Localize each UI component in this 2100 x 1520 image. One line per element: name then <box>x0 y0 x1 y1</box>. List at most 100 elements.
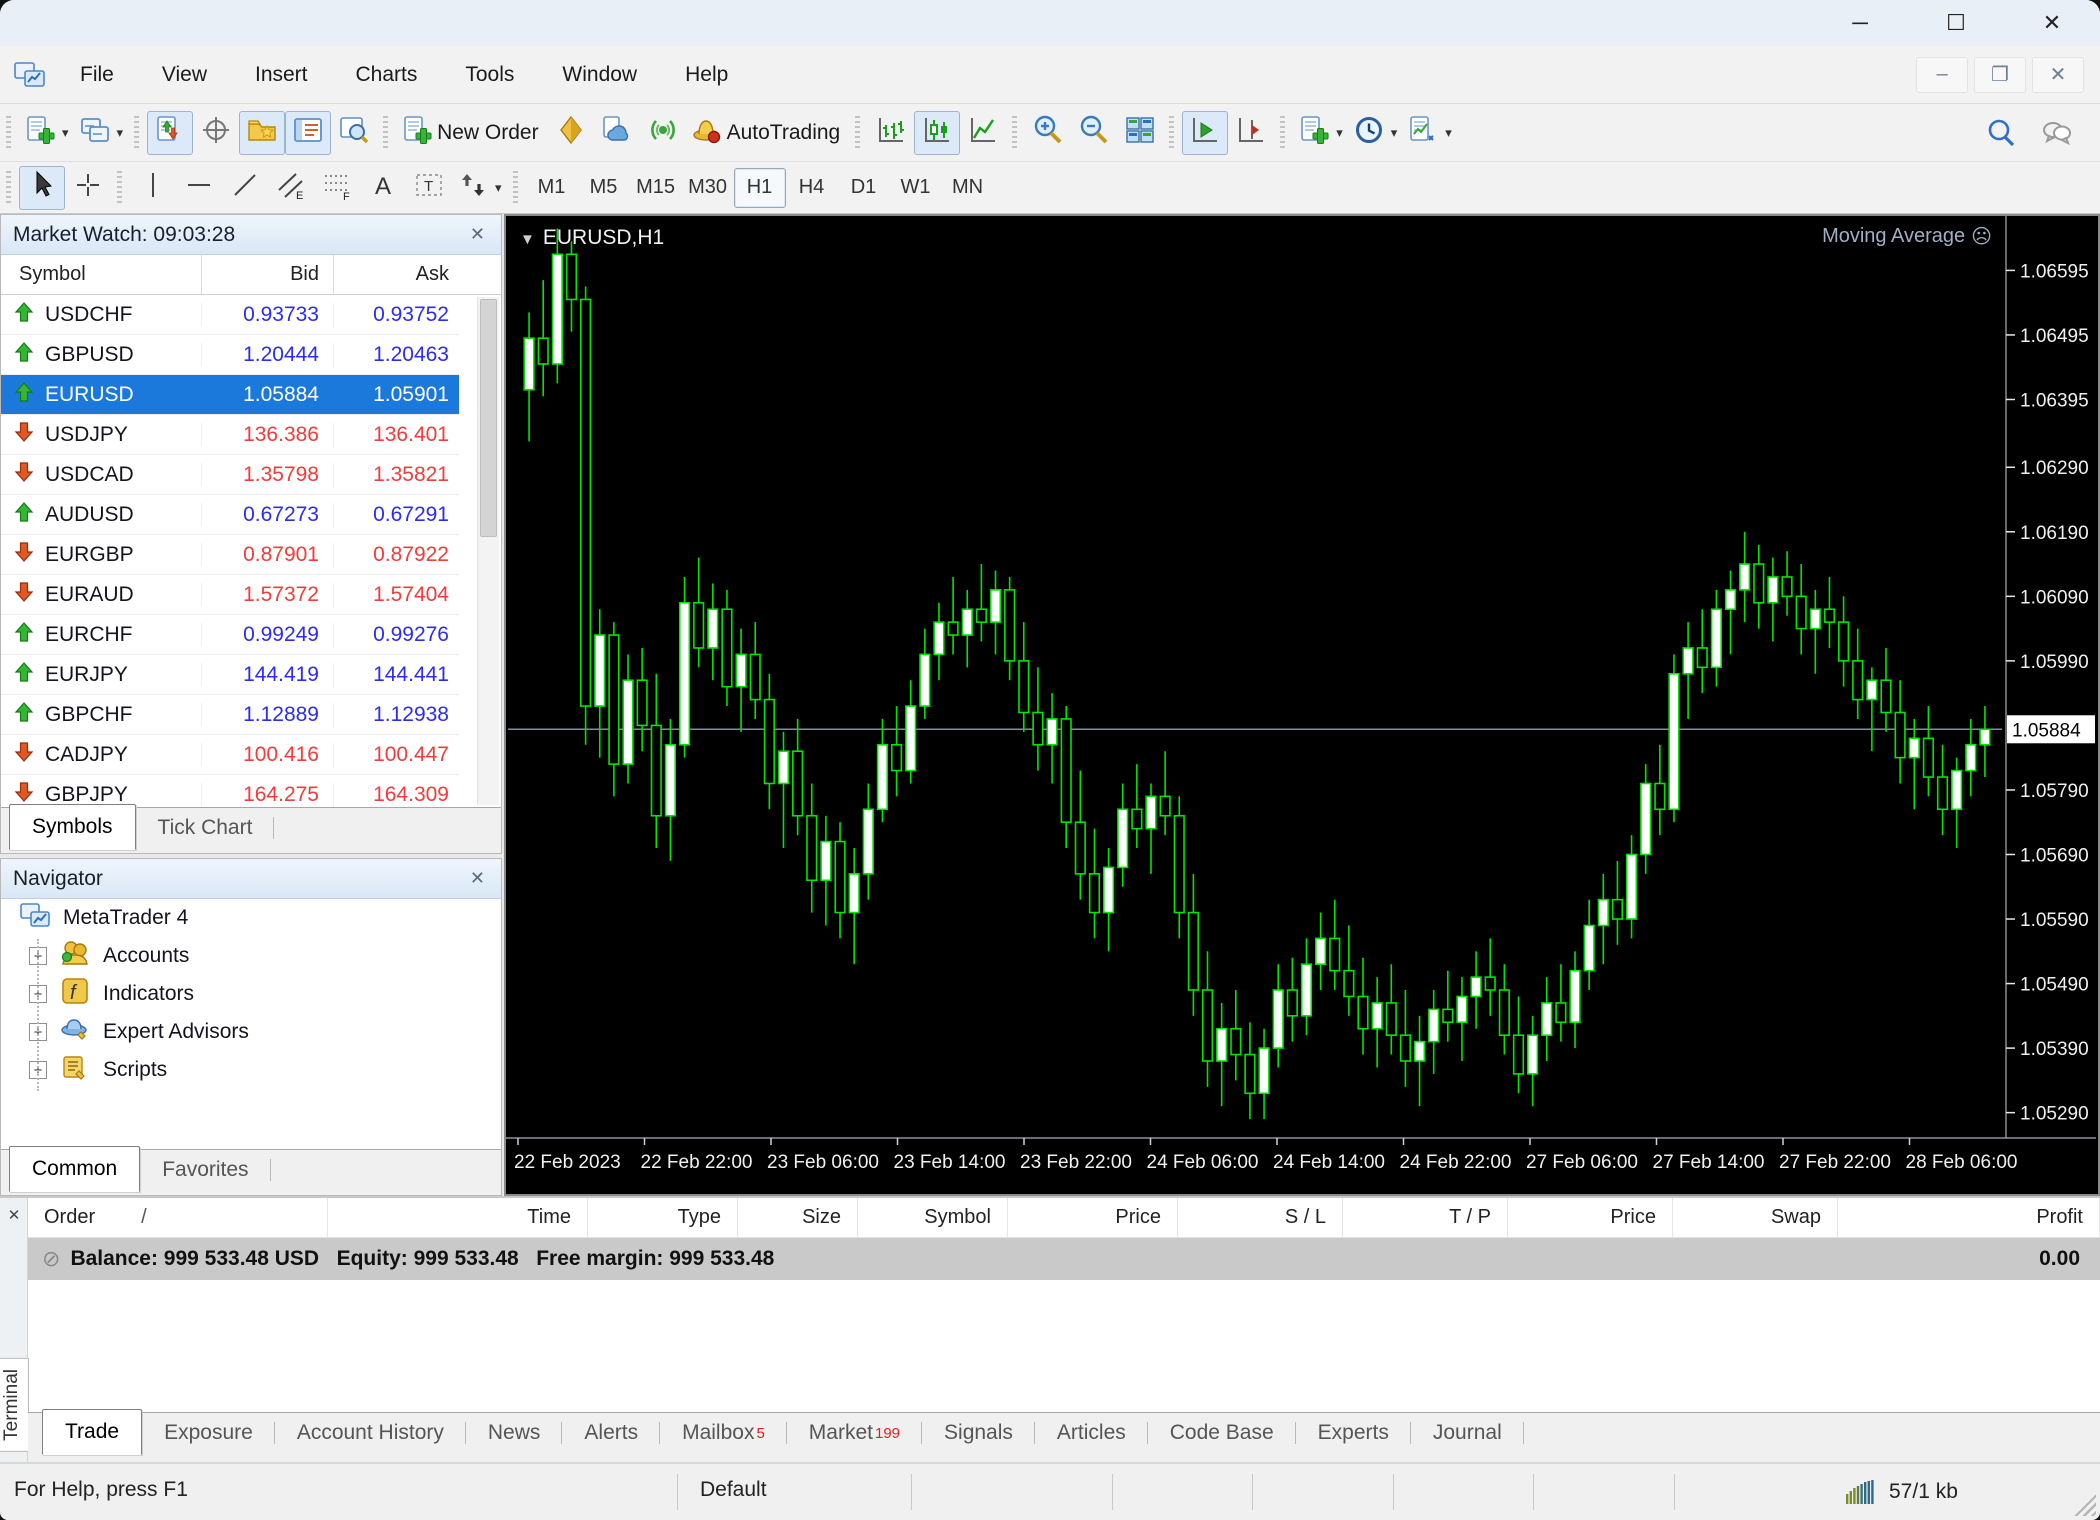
strategy-tester-button[interactable] <box>331 111 377 155</box>
market-watch-row[interactable]: EURGBP0.879010.87922 <box>1 535 459 575</box>
templates-button[interactable]: ▾ <box>1402 111 1457 155</box>
indicators-list-button[interactable]: ▾ <box>1293 111 1348 155</box>
chart-window[interactable]: 1.065951.064951.063951.062901.061901.060… <box>504 214 2100 1196</box>
terminal-window-button[interactable] <box>285 111 331 155</box>
mdi-restore-button[interactable]: ❐ <box>1974 57 2026 93</box>
window-close-button[interactable]: ✕ <box>2004 0 2100 46</box>
timeframe-m1-button[interactable]: M1 <box>526 168 578 208</box>
terminal-column-price[interactable]: Price <box>1508 1198 1673 1237</box>
mdi-minimize-button[interactable]: ‒ <box>1916 57 1968 93</box>
market-watch-row[interactable]: EURCHF0.992490.99276 <box>1 615 459 655</box>
resize-grip[interactable] <box>2070 1490 2096 1516</box>
menu-window[interactable]: Window <box>538 63 661 87</box>
chart-symbol-label[interactable]: ▼EURUSD,H1 <box>520 226 664 250</box>
profiles-button[interactable]: ▾ <box>74 111 129 155</box>
channel-button[interactable]: E <box>268 166 314 210</box>
terminal-tab-exposure[interactable]: Exposure <box>142 1413 275 1453</box>
market-watch-row[interactable]: AUDUSD0.672730.67291 <box>1 495 459 535</box>
terminal-tab-account-history[interactable]: Account History <box>275 1413 466 1453</box>
chat-button[interactable] <box>2034 111 2080 155</box>
terminal-tab-articles[interactable]: Articles <box>1035 1413 1148 1453</box>
tree-item-metatrader4[interactable]: MetaTrader 4 <box>1 899 501 937</box>
market-watch-row[interactable]: GBPJPY164.275164.309 <box>1 775 459 807</box>
tree-item-indicators[interactable]: +fIndicators <box>1 975 501 1013</box>
navigator-tab-favorites[interactable]: Favorites <box>140 1150 270 1190</box>
autotrading-button[interactable]: AutoTrading <box>686 111 850 155</box>
market-watch-button[interactable] <box>147 111 193 155</box>
new-chart-button[interactable]: ▾ <box>19 111 74 155</box>
column-header-bid[interactable]: Bid <box>201 255 333 294</box>
terminal-tab-code-base[interactable]: Code Base <box>1148 1413 1296 1453</box>
bar-chart-button[interactable] <box>868 111 914 155</box>
terminal-column-size[interactable]: Size <box>738 1198 858 1237</box>
menu-tools[interactable]: Tools <box>441 63 538 87</box>
terminal-vertical-tab[interactable]: Terminal <box>0 1358 29 1452</box>
balance-row[interactable]: ⊘ Balance: 999 533.48 USD Equity: 999 53… <box>28 1238 2100 1280</box>
cursor-button[interactable] <box>19 166 65 210</box>
market-watch-row[interactable]: EURAUD1.573721.57404 <box>1 575 459 615</box>
timeframe-m30-button[interactable]: M30 <box>682 168 734 208</box>
timeframe-m5-button[interactable]: M5 <box>578 168 630 208</box>
terminal-tab-signals[interactable]: Signals <box>922 1413 1035 1453</box>
status-profile[interactable]: Default <box>700 1478 767 1502</box>
timeframe-h1-button[interactable]: H1 <box>734 168 786 208</box>
terminal-column-sl[interactable]: S / L <box>1178 1198 1343 1237</box>
window-minimize-button[interactable]: ─ <box>1812 0 1908 46</box>
market-watch-row[interactable]: GBPUSD1.204441.20463 <box>1 335 459 375</box>
market-watch-row[interactable]: USDCAD1.357981.35821 <box>1 455 459 495</box>
text-button[interactable]: A <box>360 166 406 210</box>
auto-scroll-button[interactable] <box>1182 111 1228 155</box>
menu-file[interactable]: File <box>56 63 138 87</box>
terminal-column-price[interactable]: Price <box>1008 1198 1178 1237</box>
market-watch-tab-symbols[interactable]: Symbols <box>9 804 136 850</box>
terminal-tab-market[interactable]: Market199 <box>787 1413 922 1453</box>
terminal-column-type[interactable]: Type <box>588 1198 738 1237</box>
crosshair-button[interactable] <box>65 166 111 210</box>
periods-button[interactable]: ▾ <box>1348 111 1403 155</box>
data-window-button[interactable] <box>193 111 239 155</box>
market-watch-tab-tick-chart[interactable]: Tick Chart <box>136 808 275 848</box>
new-order-button[interactable]: New Order <box>396 111 548 155</box>
market-watch-row[interactable]: USDJPY136.386136.401 <box>1 415 459 455</box>
line-chart-button[interactable] <box>960 111 1006 155</box>
market-watch-row[interactable]: EURUSD1.058841.05901 <box>1 375 459 415</box>
search-button[interactable] <box>1978 111 2024 155</box>
market-watch-row[interactable]: EURJPY144.419144.441 <box>1 655 459 695</box>
timeframe-d1-button[interactable]: D1 <box>838 168 890 208</box>
terminal-column-tp[interactable]: T / P <box>1343 1198 1508 1237</box>
mql5-cloud-button[interactable] <box>594 111 640 155</box>
terminal-tab-alerts[interactable]: Alerts <box>562 1413 660 1453</box>
terminal-tab-trade[interactable]: Trade <box>42 1409 142 1455</box>
timeframe-h4-button[interactable]: H4 <box>786 168 838 208</box>
mdi-close-button[interactable]: ✕ <box>2032 57 2084 93</box>
terminal-close-icon[interactable]: ✕ <box>3 1204 25 1226</box>
menu-insert[interactable]: Insert <box>231 63 332 87</box>
market-watch-row[interactable]: CADJPY100.416100.447 <box>1 735 459 775</box>
terminal-tab-mailbox[interactable]: Mailbox5 <box>660 1413 787 1453</box>
metaeditor-button[interactable] <box>548 111 594 155</box>
menu-charts[interactable]: Charts <box>332 63 442 87</box>
terminal-column-swap[interactable]: Swap <box>1673 1198 1838 1237</box>
tree-item-expert-advisors[interactable]: +Expert Advisors <box>1 1013 501 1051</box>
tile-windows-button[interactable] <box>1117 111 1163 155</box>
tree-item-scripts[interactable]: +Scripts <box>1 1051 501 1089</box>
menu-view[interactable]: View <box>138 63 231 87</box>
timeframe-w1-button[interactable]: W1 <box>890 168 942 208</box>
timeframe-mn-button[interactable]: MN <box>942 168 994 208</box>
market-watch-row[interactable]: GBPCHF1.128891.12938 <box>1 695 459 735</box>
vline-button[interactable] <box>130 166 176 210</box>
terminal-tab-experts[interactable]: Experts <box>1296 1413 1411 1453</box>
trendline-button[interactable] <box>222 166 268 210</box>
news-button[interactable] <box>640 111 686 155</box>
label-button[interactable]: T <box>406 166 452 210</box>
terminal-column-profit[interactable]: Profit <box>1838 1198 2100 1237</box>
chart-shift-button[interactable] <box>1228 111 1274 155</box>
candlestick-chart-button[interactable] <box>914 111 960 155</box>
window-maximize-button[interactable]: ☐ <box>1908 0 2004 46</box>
market-watch-scrollbar[interactable] <box>477 297 499 805</box>
hline-button[interactable] <box>176 166 222 210</box>
market-watch-close-icon[interactable]: ✕ <box>466 224 489 245</box>
terminal-column-order[interactable]: Order/ <box>28 1198 328 1237</box>
navigator-button[interactable] <box>239 111 285 155</box>
navigator-tab-common[interactable]: Common <box>9 1146 140 1192</box>
